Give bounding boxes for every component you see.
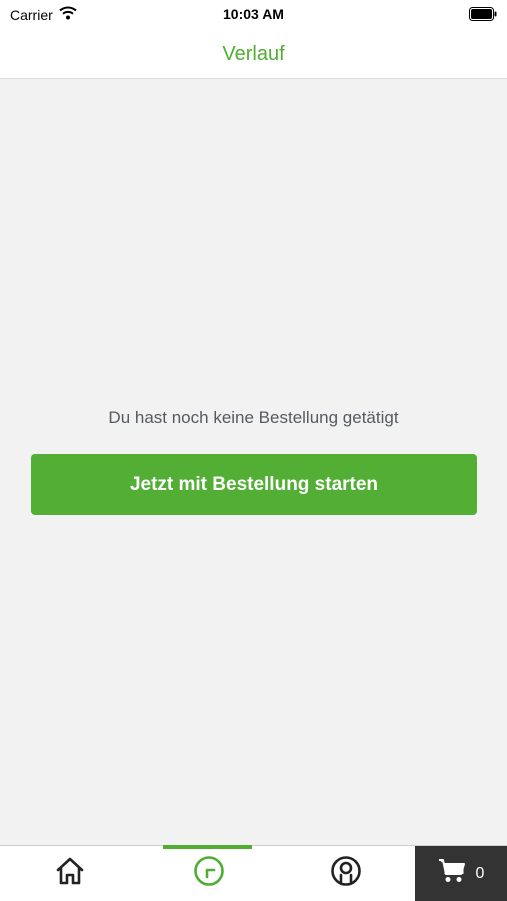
battery-icon (469, 7, 497, 24)
status-time: 10:03 AM (223, 6, 284, 22)
clock-icon (193, 855, 225, 892)
start-order-button[interactable]: Jetzt mit Bestellung starten (31, 454, 477, 515)
cart-count: 0 (475, 864, 485, 882)
tab-account[interactable] (277, 846, 415, 901)
cart-icon (438, 858, 466, 889)
tab-bar: 0 (0, 845, 507, 901)
navigation-bar: Verlauf (0, 30, 507, 79)
tab-home[interactable] (0, 846, 140, 901)
page-title: Verlauf (222, 42, 285, 65)
tab-cart[interactable]: 0 (415, 846, 507, 901)
active-tab-indicator (163, 845, 252, 849)
status-bar: Carrier 10:03 AM (0, 0, 507, 30)
home-icon (55, 856, 85, 891)
user-icon (330, 855, 362, 892)
empty-state-message: Du hast noch keine Bestellung getätigt (108, 408, 399, 427)
tab-history[interactable] (140, 845, 277, 901)
